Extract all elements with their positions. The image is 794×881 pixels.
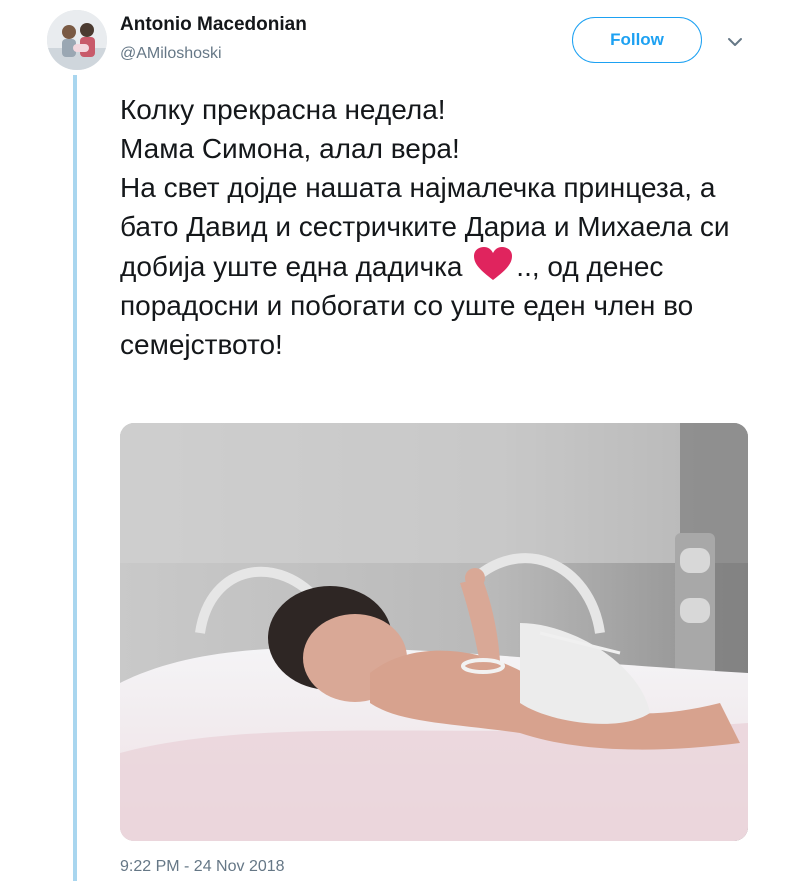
follow-button[interactable]: Follow bbox=[572, 17, 702, 63]
more-options-button[interactable] bbox=[723, 30, 747, 54]
red-heart-emoji-icon bbox=[472, 246, 514, 282]
avatar-image bbox=[47, 10, 107, 70]
author-handle[interactable]: @AMiloshoski bbox=[120, 45, 222, 63]
author-avatar[interactable] bbox=[47, 10, 107, 70]
tweet-text: Колку прекрасна недела! Мама Симона, ала… bbox=[120, 90, 760, 364]
tweet-photo[interactable] bbox=[120, 423, 748, 841]
author-display-name[interactable]: Antonio Macedonian bbox=[120, 14, 307, 36]
newborn-in-incubator-image bbox=[120, 423, 748, 841]
tweet-timestamp[interactable]: 9:22 PM - 24 Nov 2018 bbox=[120, 858, 285, 876]
chevron-down-icon bbox=[728, 38, 742, 46]
thread-connector-line bbox=[73, 75, 77, 881]
